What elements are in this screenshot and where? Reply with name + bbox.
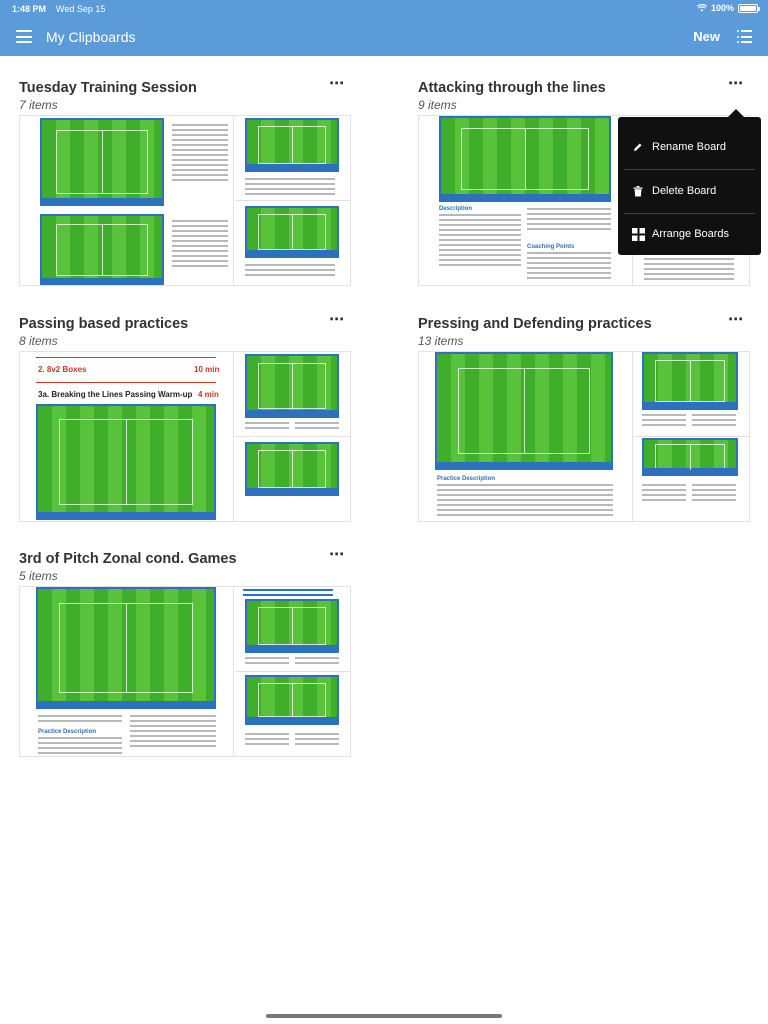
- wifi-icon: [696, 4, 707, 12]
- status-right: 100%: [696, 3, 760, 13]
- new-button[interactable]: New: [693, 29, 720, 44]
- menu-item-label: Arrange Boards: [652, 228, 730, 240]
- trash-icon: [624, 185, 652, 197]
- clipboard-thumbnail[interactable]: [235, 352, 350, 437]
- board-title: Tuesday Training Session: [19, 80, 197, 96]
- battery-icon: [738, 3, 760, 13]
- board-item-count: 8 items: [19, 334, 58, 348]
- board-item-count: 13 items: [418, 334, 464, 348]
- board-item-count: 7 items: [19, 98, 58, 112]
- grid-icon: [624, 227, 652, 241]
- board-thumbnails[interactable]: Practice Description: [19, 586, 351, 757]
- rename-board-item[interactable]: Rename Board: [624, 125, 755, 169]
- clipboard-thumbnail[interactable]: [235, 202, 350, 285]
- board-title: Attacking through the lines: [418, 80, 606, 96]
- more-options-button[interactable]: ⋯: [728, 76, 744, 91]
- page-title: My Clipboards: [46, 29, 136, 45]
- thumb-heading: 2. 8v2 Boxes: [38, 365, 87, 374]
- board-passing-practices[interactable]: Passing based practices 8 items ⋯ 2. 8v2…: [19, 312, 351, 526]
- thumb-time: 10 min: [194, 365, 220, 374]
- arrange-boards-item[interactable]: Arrange Boards: [624, 212, 755, 256]
- clipboard-thumbnail[interactable]: 2. 8v2 Boxes 10 min 3a. Breaking the Lin…: [20, 352, 234, 521]
- board-title: Passing based practices: [19, 316, 189, 332]
- board-zonal-games[interactable]: 3rd of Pitch Zonal cond. Games 5 items ⋯…: [19, 547, 351, 761]
- battery-percent: 100%: [710, 3, 734, 13]
- board-item-count: 9 items: [418, 98, 457, 112]
- board-thumbnails[interactable]: 2. 8v2 Boxes 10 min 3a. Breaking the Lin…: [19, 351, 351, 522]
- more-options-button[interactable]: ⋯: [329, 547, 345, 562]
- thumb-heading: Description: [439, 206, 473, 212]
- clipboard-thumbnail[interactable]: [235, 116, 350, 201]
- thumb-heading: Coaching Points: [527, 244, 575, 250]
- board-pressing-defending[interactable]: Pressing and Defending practices 13 item…: [418, 312, 750, 526]
- pencil-icon: [624, 142, 652, 152]
- thumb-time: 4 min: [198, 390, 219, 399]
- more-options-button[interactable]: ⋯: [329, 312, 345, 327]
- status-bar: 1:48 PM Wed Sep 15 100%: [0, 0, 768, 18]
- context-menu-arrow: [728, 109, 744, 117]
- clipboard-thumbnail[interactable]: Practice Description: [20, 587, 234, 756]
- status-date: Wed Sep 15: [56, 4, 106, 14]
- board-title: Pressing and Defending practices: [418, 316, 652, 332]
- clipboard-thumbnail[interactable]: [235, 438, 350, 521]
- thumb-heading: 3a. Breaking the Lines Passing Warm-up: [38, 390, 193, 399]
- more-options-button[interactable]: ⋯: [728, 312, 744, 327]
- thumb-heading: Practice Description: [437, 476, 496, 482]
- clipboard-thumbnail[interactable]: [634, 352, 749, 437]
- clipboard-thumbnail[interactable]: [20, 116, 234, 285]
- delete-board-item[interactable]: Delete Board: [624, 169, 755, 213]
- clipboard-thumbnail[interactable]: [235, 673, 350, 756]
- thumb-heading: Practice Description: [38, 729, 97, 735]
- clipboard-thumbnail[interactable]: [235, 587, 350, 672]
- clipboard-thumbnail[interactable]: [634, 438, 749, 521]
- home-indicator[interactable]: [266, 1014, 502, 1018]
- clipboard-thumbnail[interactable]: Practice Description: [419, 352, 633, 521]
- menu-item-label: Delete Board: [652, 185, 717, 197]
- board-thumbnails[interactable]: [19, 115, 351, 286]
- board-title: 3rd of Pitch Zonal cond. Games: [19, 551, 237, 567]
- hamburger-menu-icon[interactable]: [16, 30, 32, 43]
- board-context-menu: Rename Board Delete Board Arrange Boards: [618, 117, 761, 255]
- more-options-button[interactable]: ⋯: [329, 76, 345, 91]
- menu-item-label: Rename Board: [652, 141, 726, 153]
- board-item-count: 5 items: [19, 569, 58, 583]
- list-view-icon[interactable]: [737, 30, 752, 44]
- board-thumbnails[interactable]: Practice Description: [418, 351, 750, 522]
- status-time: 1:48 PM: [12, 4, 47, 14]
- board-tuesday-training[interactable]: Tuesday Training Session 7 items ⋯: [19, 76, 351, 290]
- clipboard-thumbnail[interactable]: Description Coaching Points: [419, 116, 633, 285]
- nav-bar: My Clipboards New: [0, 18, 768, 56]
